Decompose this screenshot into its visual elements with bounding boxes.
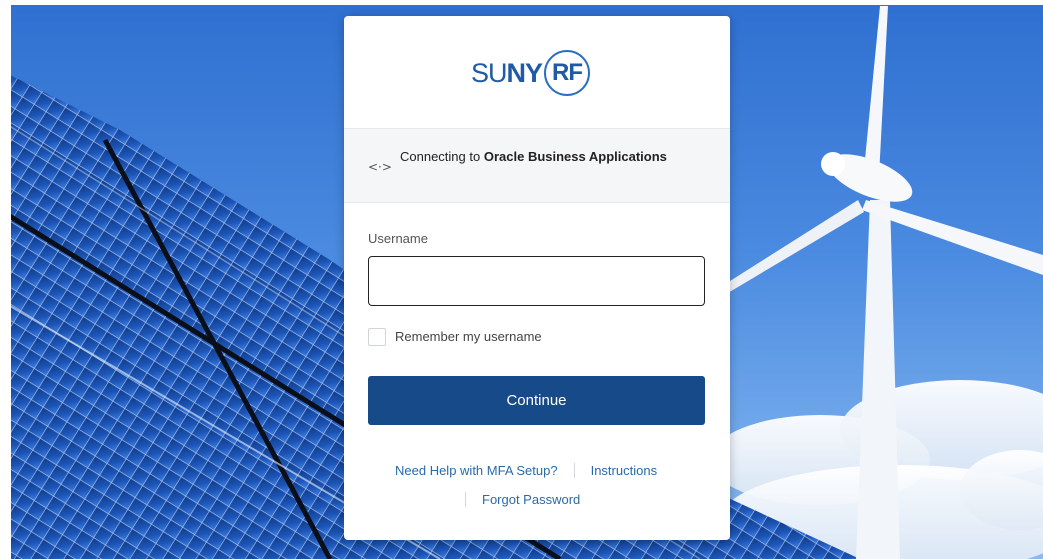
instructions-link[interactable]: Instructions xyxy=(591,463,657,478)
suny-rf-logo: SUNY RF xyxy=(471,47,591,99)
link-separator xyxy=(573,463,575,478)
mfa-help-link[interactable]: Need Help with MFA Setup? xyxy=(395,463,558,478)
logo-rf-circle: RF xyxy=(544,50,591,96)
app-name: Oracle Business Applications xyxy=(483,149,667,164)
logo-text: SUNY xyxy=(471,57,543,88)
username-input[interactable] xyxy=(368,256,705,306)
arrows-left-right-icon: <·> xyxy=(368,160,392,174)
remember-username-checkbox[interactable] xyxy=(368,328,386,346)
continue-button[interactable]: Continue xyxy=(368,376,705,425)
username-label: Username xyxy=(368,231,428,246)
logo-area: SUNY RF xyxy=(344,16,730,128)
login-card: SUNY RF <·> Connecting to Oracle Busines… xyxy=(344,16,730,540)
connection-info: <·> Connecting to Oracle Business Applic… xyxy=(344,128,730,203)
remember-username-label[interactable]: Remember my username xyxy=(395,329,542,344)
link-separator xyxy=(465,492,466,507)
forgot-password-link[interactable]: Forgot Password xyxy=(482,492,580,507)
connection-text: Connecting to Oracle Business Applicatio… xyxy=(400,149,667,164)
